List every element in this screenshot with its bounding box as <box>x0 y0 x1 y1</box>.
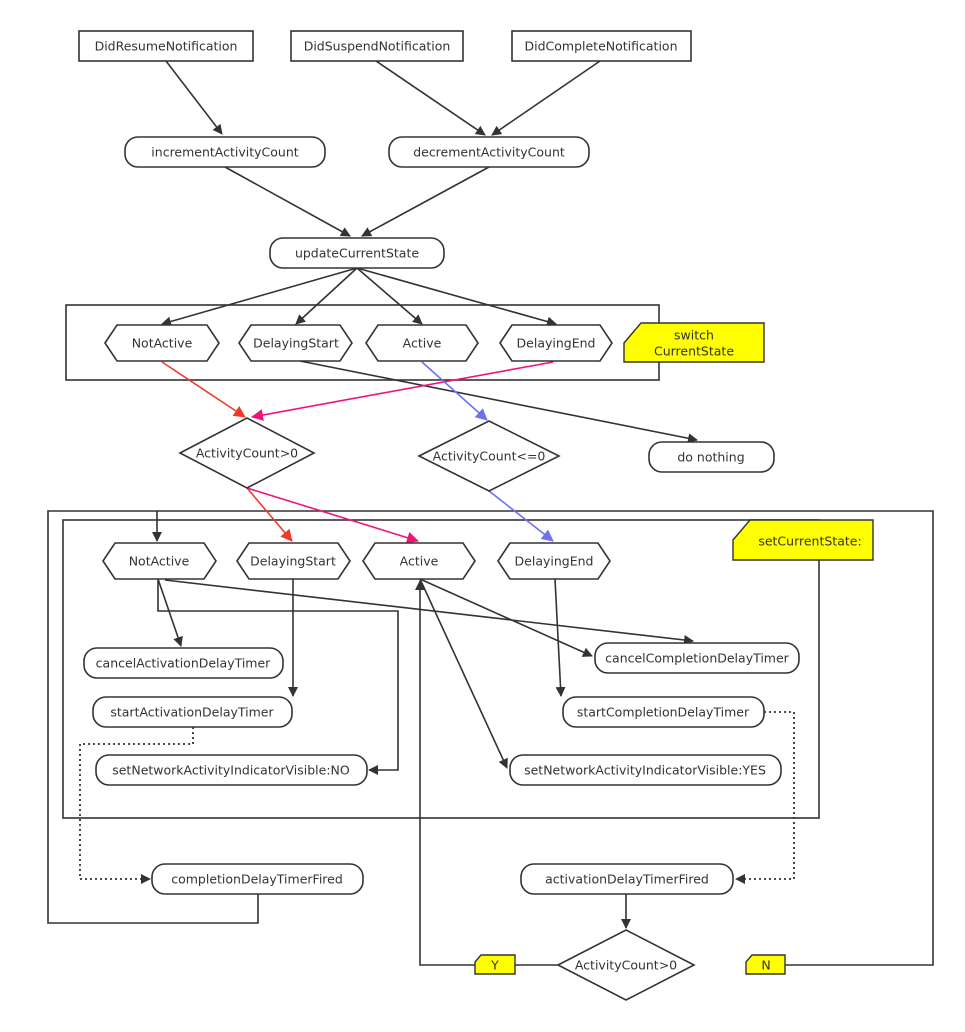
set-delayingstart-label: DelayingStart <box>250 554 336 569</box>
cancel-activation-label: cancelActivationDelayTimer <box>96 656 272 671</box>
set-notactive-label: NotActive <box>129 554 190 569</box>
switch-delayingstart-label: DelayingStart <box>253 336 339 351</box>
do-nothing-label: do nothing <box>677 450 744 465</box>
switch-delayingend-label: DelayingEnd <box>517 336 596 351</box>
cancel-completion-label: cancelCompletionDelayTimer <box>605 651 790 666</box>
decision-le0-label: ActivityCount<=0 <box>433 449 546 464</box>
did-complete-label: DidCompleteNotification <box>525 39 678 54</box>
switch-notactive-label: NotActive <box>132 336 193 351</box>
did-resume-label: DidResumeNotification <box>95 39 238 54</box>
edges <box>79 60 795 966</box>
decrement-label: decrementActivityCount <box>413 145 565 160</box>
activation-fired-label: activationDelayTimerFired <box>545 872 709 887</box>
decision-gt0-label: ActivityCount>0 <box>196 446 298 461</box>
set-delayingend-label: DelayingEnd <box>515 554 594 569</box>
set-active-label: Active <box>400 554 439 569</box>
no-label: N <box>761 958 770 973</box>
flowchart: DidResumeNotification DidSuspendNotifica… <box>47 30 934 1001</box>
switch-note-line1: switch <box>674 328 714 343</box>
increment-label: incrementActivityCount <box>151 145 298 160</box>
indicator-yes-label: setNetworkActivityIndicatorVisible:YES <box>524 763 766 778</box>
set-state-note-label: setCurrentState: <box>758 534 861 549</box>
indicator-no-label: setNetworkActivityIndicatorVisible:NO <box>112 763 350 778</box>
update-state-label: updateCurrentState <box>295 246 419 261</box>
start-completion-label: startCompletionDelayTimer <box>577 705 750 720</box>
yes-label: Y <box>490 958 499 973</box>
switch-active-label: Active <box>403 336 442 351</box>
completion-fired-label: completionDelayTimerFired <box>171 872 343 887</box>
decision-bottom-label: ActivityCount>0 <box>575 958 677 973</box>
switch-note-line2: CurrentState <box>654 344 734 359</box>
start-activation-label: startActivationDelayTimer <box>110 705 274 720</box>
did-suspend-label: DidSuspendNotification <box>304 39 451 54</box>
